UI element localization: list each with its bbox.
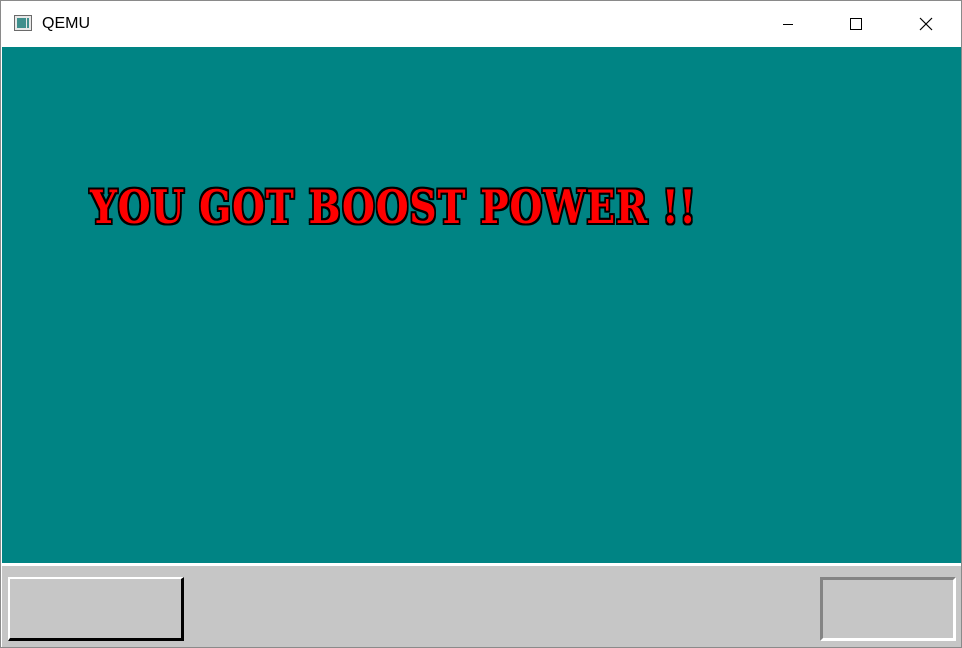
minimize-button[interactable] [753, 1, 823, 47]
close-icon [919, 17, 933, 31]
system-tray-panel [820, 577, 956, 641]
title-bar[interactable]: QEMU [1, 1, 961, 47]
app-icon-pane [17, 18, 26, 28]
qemu-app-icon[interactable] [14, 15, 32, 31]
maximize-icon [850, 18, 862, 30]
maximize-button[interactable] [821, 1, 891, 47]
minimize-icon [783, 24, 793, 25]
start-button[interactable] [8, 577, 184, 641]
qemu-window: QEMU YOU GOT BOOST POWER !! [0, 0, 962, 648]
guest-taskbar [2, 563, 961, 647]
boost-power-message: YOU GOT BOOST POWER !! [90, 180, 697, 234]
window-title: QEMU [42, 15, 90, 32]
app-icon-pane-small [27, 18, 29, 28]
guest-display[interactable]: YOU GOT BOOST POWER !! [2, 47, 961, 563]
close-button[interactable] [891, 1, 961, 47]
